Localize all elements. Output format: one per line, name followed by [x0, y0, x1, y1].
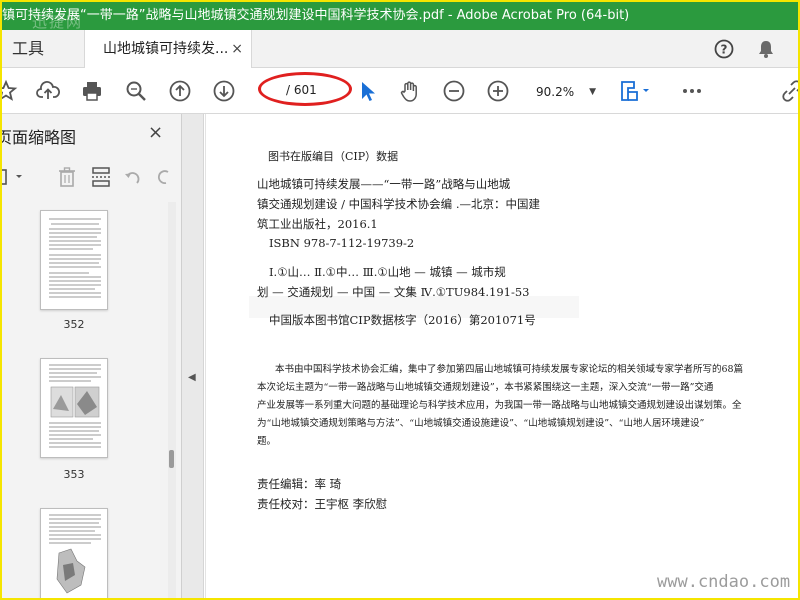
- proofreader-line: 责任校对：王宇枢 李欣慰: [257, 497, 388, 511]
- main-toolbar: / 601 90.2% ▼: [2, 68, 798, 114]
- insert-page-icon[interactable]: [90, 166, 112, 188]
- view-options-icon[interactable]: [2, 166, 30, 188]
- page-thumbnail-preview: [49, 514, 101, 594]
- upload-icon[interactable]: [36, 79, 60, 103]
- editor-line: 责任编辑：率 琦: [257, 477, 342, 491]
- svg-text:?: ?: [721, 43, 728, 57]
- tab-close-button[interactable]: ×: [231, 30, 243, 68]
- page-thumbnail[interactable]: [40, 508, 108, 598]
- thumbnail-list: 352 353: [2, 202, 172, 598]
- page-thumbnail-label: 352: [63, 318, 85, 331]
- classification-line: 划 — 交通规划 — 中国 — 文集 Ⅳ.①TU984.191-53: [257, 285, 530, 299]
- page-thumbnail[interactable]: [40, 210, 108, 310]
- document-page: 图书在版编目（CIP）数据 山地城镇可持续发展——“一带一路”战略与山地城 镇交…: [205, 114, 798, 598]
- cip-line: 山地城镇可持续发展——“一带一路”战略与山地城: [257, 177, 511, 191]
- cip-title: 图书在版编目（CIP）数据: [268, 150, 399, 163]
- cip-record-line: 中国版本图书馆CIP数据核字（2016）第201071号: [269, 313, 536, 327]
- chevron-down-icon: ▼: [589, 87, 596, 97]
- panel-close-button[interactable]: ×: [148, 122, 163, 143]
- tab-bar: 工具 山地城镇可持续发... × ?: [2, 30, 798, 69]
- thumbnail-scrollbar[interactable]: [168, 202, 176, 598]
- cip-line: 筑工业出版社，2016.1: [257, 217, 378, 231]
- page-thumbnail-label: 353: [63, 468, 85, 481]
- zoom-level-select[interactable]: 90.2% ▼: [528, 80, 600, 104]
- site-watermark: 迅捷网: [32, 13, 84, 30]
- link-icon[interactable]: [780, 79, 798, 103]
- page-edge: [205, 114, 206, 598]
- acrobat-window: 镇可持续发展“一带一路”战略与山地城镇交通规划建设中国科学技术协会.pdf - …: [2, 2, 798, 598]
- star-icon[interactable]: [2, 79, 18, 103]
- help-icon[interactable]: ?: [714, 39, 734, 59]
- tab-tools[interactable]: 工具: [2, 30, 82, 68]
- page-thumbnail-preview: [49, 218, 101, 298]
- abstract-line: 产业发展等一系列重大问题的基础理论与科学技术应用，为我国一带一路战略与山地城镇交…: [257, 400, 742, 411]
- bell-icon[interactable]: [756, 39, 776, 59]
- page-down-icon[interactable]: [212, 79, 236, 103]
- panel-title: 页面缩略图: [2, 128, 77, 147]
- thumbnail-scroll-thumb[interactable]: [169, 450, 174, 468]
- classification-line: Ⅰ.①山… Ⅱ.①中… Ⅲ.①山地 — 城镇 — 城市规: [269, 265, 506, 279]
- panel-toolbar: [2, 160, 182, 196]
- abstract-line: 为“山地城镇交通规划策略与方法”、“山地城镇交通设施建设”、“山地城镇规划建设”…: [257, 418, 705, 429]
- redo-icon[interactable]: [152, 166, 174, 188]
- undo-icon[interactable]: [122, 166, 144, 188]
- panel-collapse-strip[interactable]: ◀: [182, 114, 204, 598]
- page-thumbnail[interactable]: [40, 358, 108, 458]
- window-title-bar: 镇可持续发展“一带一路”战略与山地城镇交通规划建设中国科学技术协会.pdf - …: [2, 2, 798, 30]
- isbn-line: ISBN 978-7-112-19739-2: [269, 236, 415, 250]
- annotation-circle: [258, 72, 352, 106]
- zoom-in-icon[interactable]: [486, 79, 510, 103]
- abstract-line: 本次论坛主题为“一带一路战略与山地城镇交通规划建设”，本书紧紧围绕这一主题，深入…: [257, 382, 714, 393]
- select-arrow-icon[interactable]: [356, 79, 380, 103]
- more-icon[interactable]: [680, 79, 704, 103]
- collapse-left-icon[interactable]: ◀: [188, 372, 196, 383]
- fit-page-icon[interactable]: [618, 79, 652, 103]
- page-up-icon[interactable]: [168, 79, 192, 103]
- trash-icon[interactable]: [56, 166, 78, 188]
- page-thumbnails-panel: 页面缩略图 × 352 353: [2, 114, 182, 598]
- site-watermark-bottom: www.cndao.com: [657, 572, 791, 592]
- abstract-line: 本书由中国科学技术协会汇编，集中了参加第四届山地城镇可持续发展专家论坛的相关领域…: [275, 364, 744, 375]
- zoom-level-value: 90.2%: [536, 85, 575, 99]
- print-icon[interactable]: [80, 79, 104, 103]
- abstract-line: 题。: [257, 436, 277, 447]
- zoom-search-icon[interactable]: [124, 79, 148, 103]
- window-title: 镇可持续发展“一带一路”战略与山地城镇交通规划建设中国科学技术协会.pdf - …: [2, 8, 630, 23]
- tab-document[interactable]: 山地城镇可持续发... ×: [84, 30, 252, 69]
- cip-line: 镇交通规划建设 / 中国科学技术协会编 .—北京：中国建: [257, 197, 540, 211]
- tab-document-label: 山地城镇可持续发...: [103, 41, 229, 57]
- page-thumbnail-preview: [49, 364, 101, 448]
- hand-icon[interactable]: [398, 79, 422, 103]
- zoom-out-icon[interactable]: [442, 79, 466, 103]
